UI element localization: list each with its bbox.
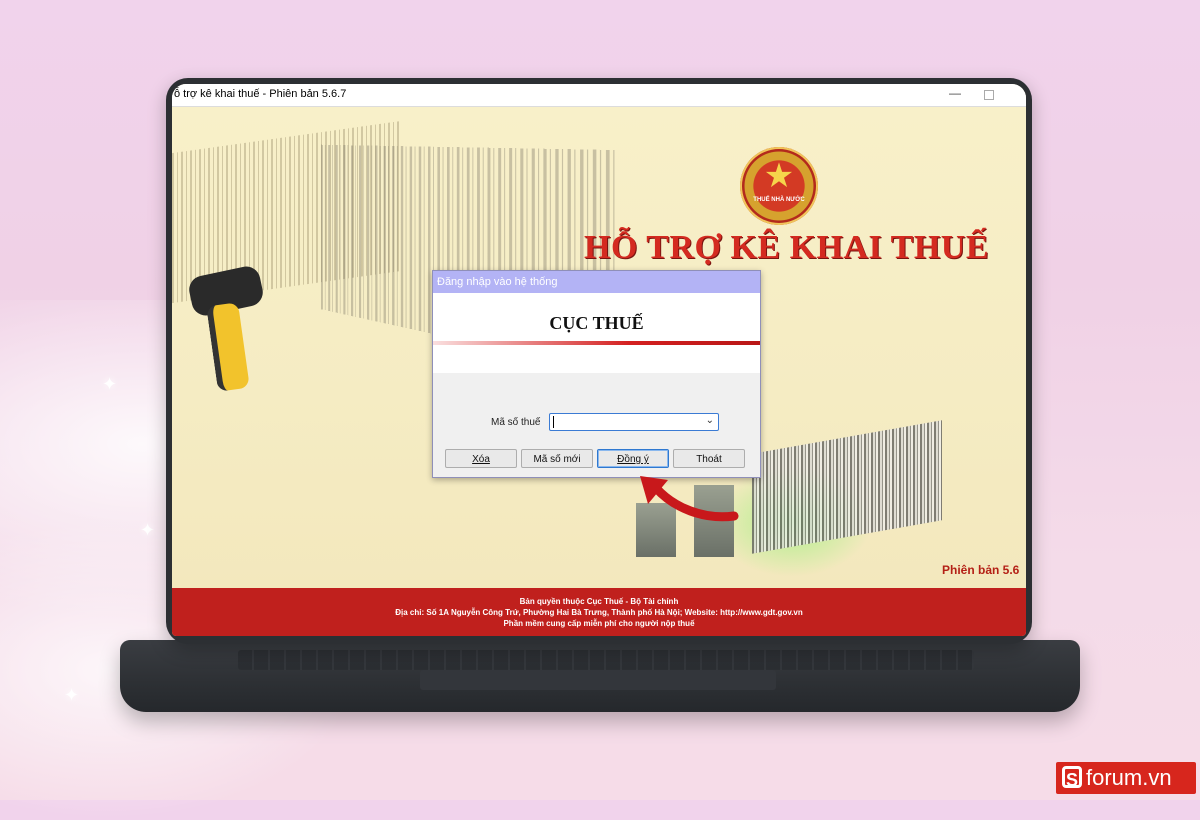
brand-s-icon: S <box>1062 766 1082 790</box>
forum-brand-logo: S forum.vn <box>1056 762 1196 794</box>
sparkle-icon: ✦ <box>102 374 118 394</box>
minimize-button[interactable]: — <box>944 84 966 106</box>
window-title: ỗ trợ kê khai thuế - Phiên bản 5.6.7 <box>174 88 347 100</box>
maximize-button[interactable] <box>984 90 994 100</box>
clear-button[interactable]: Xóa <box>445 449 517 468</box>
banner-red-line <box>433 341 760 345</box>
sparkle-icon: ✦ <box>64 685 80 705</box>
app-window: ỗ trợ kê khai thuế - Phiên bản 5.6.7 — ★… <box>172 84 1026 636</box>
login-dialog: Đăng nhập vào hệ thống CỤC THUẾ Mã số th… <box>432 270 761 478</box>
version-label: Phiên bản 5.6 <box>942 563 1020 577</box>
ok-button[interactable]: Đồng ý <box>597 449 669 468</box>
exit-button[interactable]: Thoát <box>673 449 745 468</box>
brand-text: forum.vn <box>1086 765 1172 790</box>
tax-code-label: Mã số thuế <box>491 417 541 428</box>
dialog-title: Đăng nhập vào hệ thống <box>437 276 558 288</box>
tax-emblem-icon: ★ THUẾ NHÀ NƯỚC <box>740 147 818 225</box>
laptop-keyboard <box>238 650 974 670</box>
curved-red-arrow-icon <box>640 476 739 522</box>
app-footer: Bản quyền thuộc Cục Thuế - Bộ Tài chính … <box>172 588 1026 636</box>
chevron-down-icon[interactable]: ⌄ <box>706 415 714 426</box>
new-tax-code-button[interactable]: Mã số mới <box>521 449 593 468</box>
footer-note: Phần mềm cung cấp miễn phí cho người nộp… <box>503 619 695 628</box>
window-titlebar: ỗ trợ kê khai thuế - Phiên bản 5.6.7 — <box>172 84 1026 107</box>
text-caret <box>553 416 554 428</box>
barcode-graphic <box>752 420 942 554</box>
sparkle-icon: ✦ <box>140 520 156 540</box>
barcode-scanner-image <box>186 249 266 399</box>
dialog-banner-text: CỤC THUẾ <box>549 313 644 333</box>
footer-copyright: Bản quyền thuộc Cục Thuế - Bộ Tài chính <box>519 597 679 606</box>
tax-code-combobox[interactable]: ⌄ <box>549 413 719 431</box>
dialog-banner: CỤC THUẾ <box>433 293 760 373</box>
app-main-title: HỖ TRỢ KÊ KHAI THUẾ <box>584 229 989 266</box>
dialog-titlebar: Đăng nhập vào hệ thống <box>433 271 760 293</box>
laptop-trackpad <box>420 670 776 690</box>
footer-address: Địa chỉ: Số 1A Nguyễn Công Trứ, Phường H… <box>395 608 803 617</box>
